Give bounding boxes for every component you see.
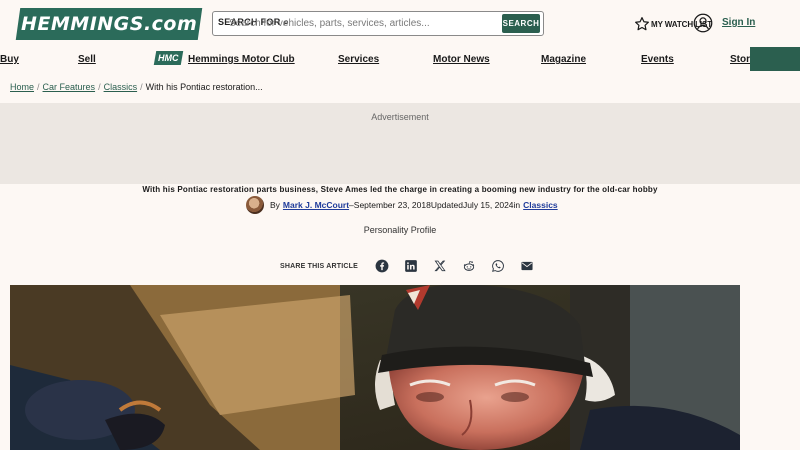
byline-by: By — [270, 200, 280, 210]
main-nav: Buy Sell HMC Hemmings Motor Club Service… — [0, 46, 800, 72]
nav-item-magazine[interactable]: Magazine — [541, 54, 586, 65]
article-section-label: Personality Profile — [363, 225, 437, 235]
reddit-icon[interactable] — [462, 259, 476, 273]
breadcrumb-separator: / — [140, 82, 143, 92]
share-label: SHARE THIS ARTICLE — [280, 262, 359, 270]
whatsapp-icon[interactable] — [491, 259, 505, 273]
share-bar: SHARE THIS ARTICLE — [280, 257, 549, 275]
updated-date: July 15, 2024 — [462, 200, 514, 210]
author-avatar[interactable] — [246, 196, 264, 214]
star-icon — [635, 17, 649, 31]
hemmings-logo[interactable]: HEMMINGS.com — [15, 8, 203, 40]
category-link[interactable]: Classics — [523, 200, 558, 210]
advertisement-label: Advertisement — [371, 112, 429, 122]
user-icon[interactable] — [693, 13, 713, 33]
nav-item-events[interactable]: Events — [641, 54, 674, 65]
hmc-badge-text: HMC — [158, 53, 179, 63]
breadcrumb-separator: / — [98, 82, 101, 92]
article-dek: With his Pontiac restoration parts busin… — [142, 185, 658, 194]
search-button[interactable]: SEARCH — [502, 14, 540, 33]
nav-accent-button[interactable] — [750, 47, 800, 71]
linkedin-icon[interactable] — [404, 259, 418, 273]
byline: By Mark J. McCourt –September 23, 2018 U… — [246, 196, 558, 214]
breadcrumb-current: With his Pontiac restoration... — [145, 82, 263, 92]
publish-date: –September 23, 2018 — [349, 200, 431, 210]
breadcrumb-home[interactable]: Home — [10, 82, 34, 92]
breadcrumb-classics[interactable]: Classics — [104, 82, 138, 92]
breadcrumb-car-features[interactable]: Car Features — [43, 82, 96, 92]
nav-item-sell[interactable]: Sell — [78, 54, 96, 65]
hero-photo — [10, 285, 740, 450]
site-header: HEMMINGS.com SEARCH FOR ⌕ SEARCH MY WATC… — [0, 0, 800, 46]
nav-item-hemmings-motor-club[interactable]: Hemmings Motor Club — [188, 54, 295, 65]
logo-text: HEMMINGS.com — [20, 13, 198, 35]
email-icon[interactable] — [520, 259, 534, 273]
nav-item-buy[interactable]: Buy — [0, 54, 19, 65]
updated-label: Updated — [430, 200, 463, 210]
breadcrumb-separator: / — [37, 82, 40, 92]
x-icon[interactable] — [433, 259, 447, 273]
search-box[interactable]: SEARCH FOR ⌕ SEARCH — [212, 11, 544, 36]
advertisement-slot: Advertisement — [0, 103, 800, 184]
sign-in-link[interactable]: Sign In — [722, 17, 755, 28]
in-label: in — [513, 200, 521, 210]
hmc-badge-icon: HMC — [153, 51, 184, 65]
article-hero-image — [10, 285, 740, 450]
nav-item-services[interactable]: Services — [338, 54, 379, 65]
facebook-icon[interactable] — [375, 259, 389, 273]
search-input[interactable] — [229, 15, 499, 32]
author-link[interactable]: Mark J. McCourt — [283, 200, 349, 210]
nav-item-motor-news[interactable]: Motor News — [433, 54, 490, 65]
breadcrumb: Home / Car Features / Classics / With hi… — [10, 82, 263, 92]
